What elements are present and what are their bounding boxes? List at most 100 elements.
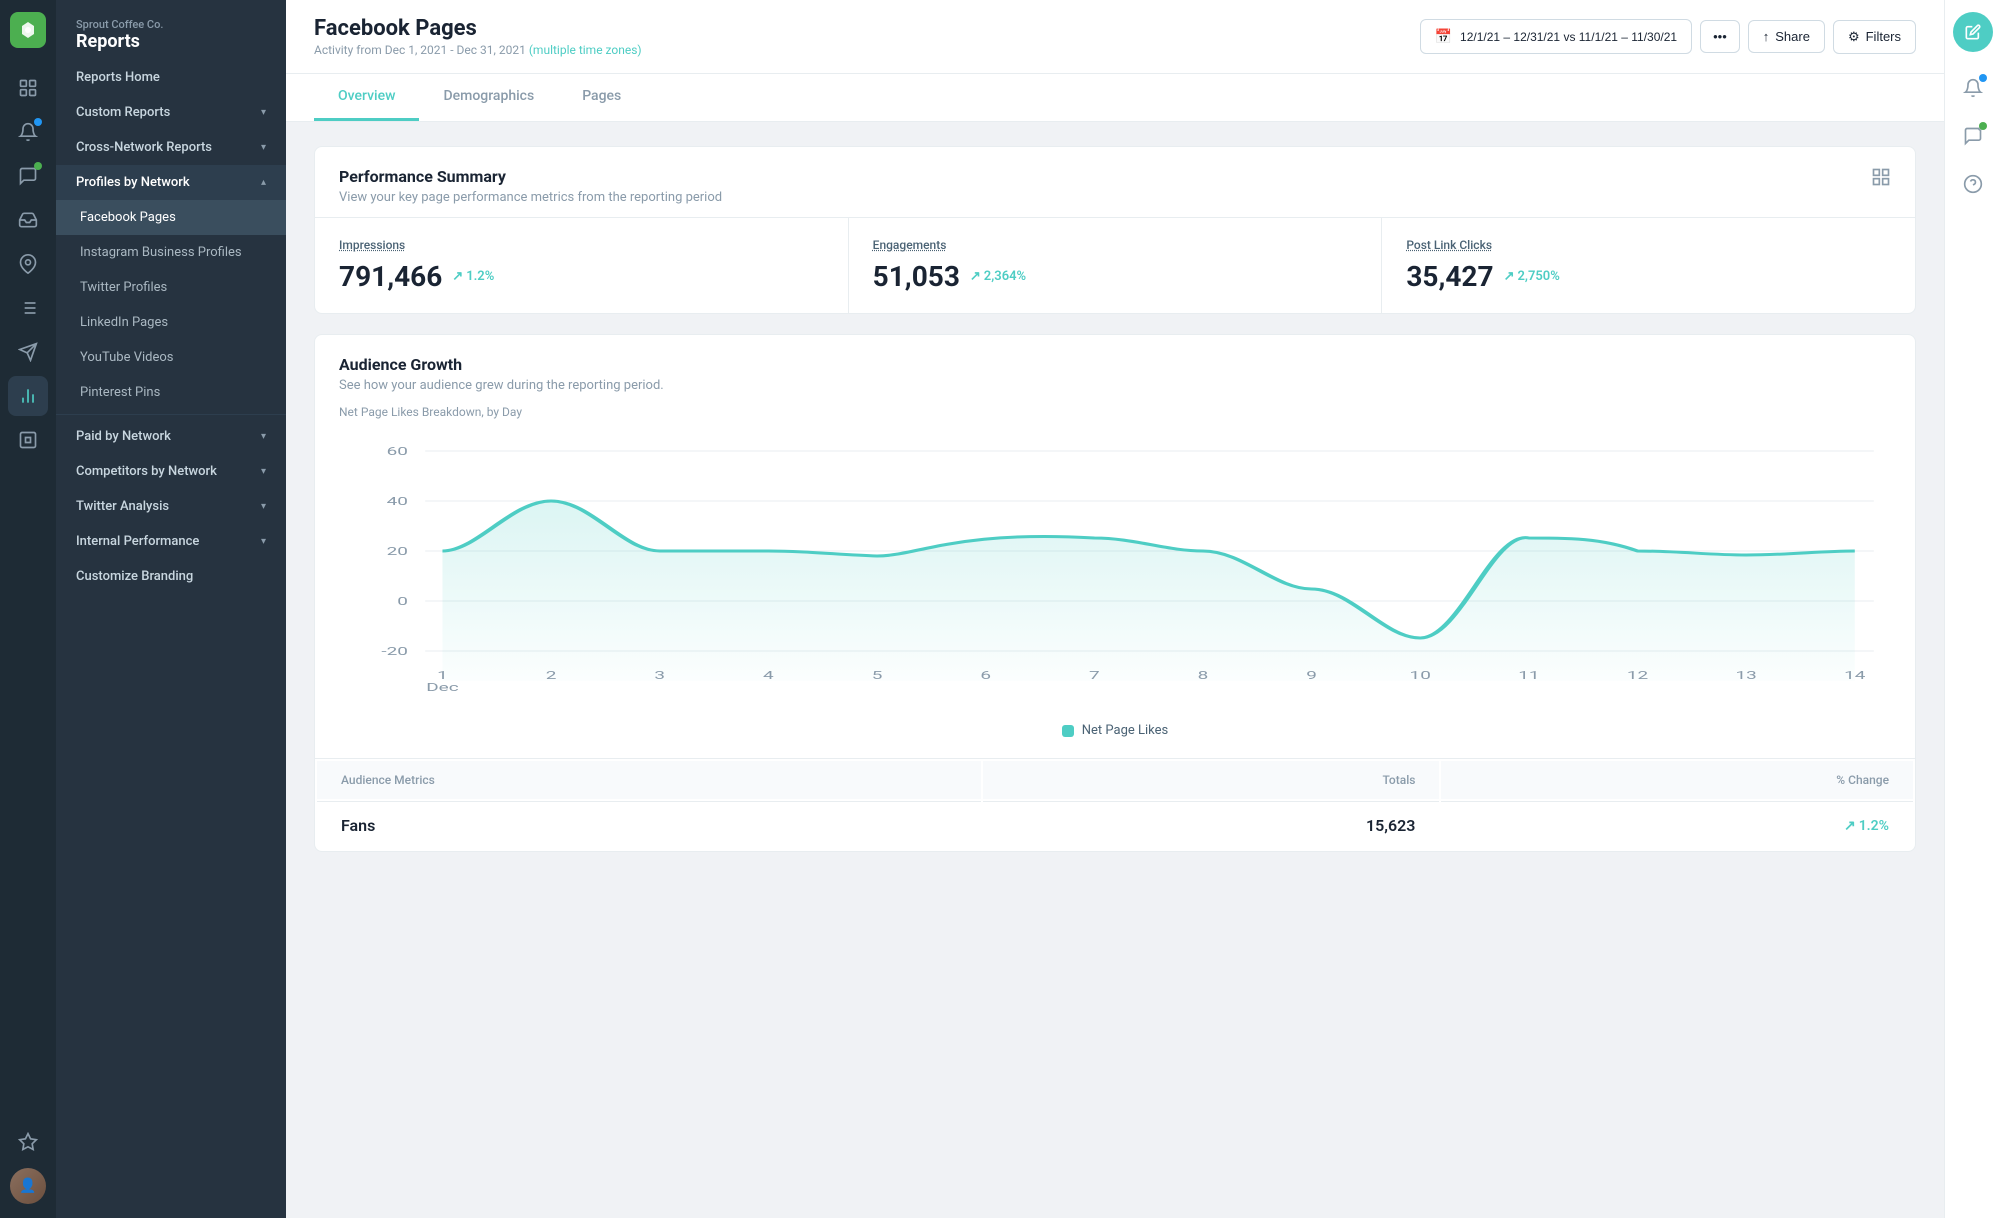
svg-text:9: 9 xyxy=(1306,669,1317,682)
nav-customize-branding[interactable]: Customize Branding xyxy=(56,559,286,594)
subtitle-text: Activity from Dec 1, 2021 - Dec 31, 2021 xyxy=(314,43,529,57)
svg-text:20: 20 xyxy=(387,545,408,558)
arrow-up-icon: ↗ xyxy=(970,269,981,284)
engagements-label: Engagements xyxy=(873,238,1358,252)
edit-button[interactable] xyxy=(1953,12,1993,52)
chevron-icon: ▾ xyxy=(261,501,266,512)
fans-label: Fans xyxy=(317,801,981,849)
grid-view-icon[interactable] xyxy=(1871,167,1891,192)
favorites-icon[interactable] xyxy=(8,1122,48,1162)
chevron-icon: ▾ xyxy=(261,536,266,547)
publish-icon[interactable] xyxy=(8,332,48,372)
timezone-link[interactable]: (multiple time zones) xyxy=(529,43,642,57)
help-right-icon[interactable] xyxy=(1953,164,1993,204)
nav-facebook-pages[interactable]: Facebook Pages xyxy=(56,200,286,235)
main-content: Facebook Pages Activity from Dec 1, 2021… xyxy=(286,0,1944,1218)
nav-pinterest-pins[interactable]: Pinterest Pins xyxy=(56,375,286,410)
more-button[interactable]: ••• xyxy=(1700,20,1740,53)
inbox-icon[interactable] xyxy=(8,200,48,240)
logo-icon xyxy=(10,12,46,48)
svg-text:4: 4 xyxy=(763,669,774,682)
performance-header-text: Performance Summary View your key page p… xyxy=(339,167,722,205)
nav-internal-performance[interactable]: Internal Performance ▾ xyxy=(56,524,286,559)
impressions-value: 791,466 ↗ 1.2% xyxy=(339,260,824,293)
legend-label: Net Page Likes xyxy=(1082,723,1169,738)
nav-youtube-videos[interactable]: YouTube Videos xyxy=(56,340,286,375)
audience-growth-header: Audience Growth See how your audience gr… xyxy=(315,335,1915,405)
svg-text:2: 2 xyxy=(546,669,557,682)
page-title: Facebook Pages xyxy=(314,16,642,41)
audience-header-text: Audience Growth See how your audience gr… xyxy=(339,355,664,393)
svg-text:60: 60 xyxy=(387,445,408,458)
svg-text:13: 13 xyxy=(1735,669,1756,682)
date-range-button[interactable]: 📅 12/1/21 – 12/31/21 vs 11/1/21 – 11/30/… xyxy=(1420,19,1693,54)
messages-icon[interactable] xyxy=(8,156,48,196)
nav-paid-by-network[interactable]: Paid by Network ▾ xyxy=(56,419,286,454)
svg-text:3: 3 xyxy=(654,669,665,682)
svg-text:14: 14 xyxy=(1844,669,1866,682)
filter-icon: ⚙ xyxy=(1848,29,1860,45)
audience-growth-card: Audience Growth See how your audience gr… xyxy=(314,334,1916,852)
chart-legend: Net Page Likes xyxy=(339,723,1891,738)
tasks-icon[interactable] xyxy=(8,288,48,328)
svg-text:6: 6 xyxy=(980,669,991,682)
tab-demographics[interactable]: Demographics xyxy=(419,74,558,121)
nav-twitter-analysis[interactable]: Twitter Analysis ▾ xyxy=(56,489,286,524)
audience-title: Audience Growth xyxy=(339,355,664,374)
table-row: Fans 15,623 ↗ 1.2% xyxy=(317,801,1913,849)
performance-header: Performance Summary View your key page p… xyxy=(315,147,1915,217)
compose-icon[interactable] xyxy=(8,68,48,108)
metrics-row: Impressions 791,466 ↗ 1.2% Engagements 5… xyxy=(315,217,1915,313)
audience-subtitle: See how your audience grew during the re… xyxy=(339,378,664,393)
svg-text:0: 0 xyxy=(397,595,408,608)
arrow-up-icon: ↗ xyxy=(1844,818,1856,834)
chevron-icon: ▾ xyxy=(261,466,266,477)
change-col-header: % Change xyxy=(1441,761,1913,799)
tab-bar: Overview Demographics Pages xyxy=(286,74,1944,122)
avatar-icon[interactable]: 👤 xyxy=(8,1166,48,1206)
arrow-up-icon: ↗ xyxy=(1504,269,1515,284)
arrow-up-icon: ↗ xyxy=(452,269,463,284)
svg-text:-20: -20 xyxy=(381,645,408,658)
engagements-value: 51,053 ↗ 2,364% xyxy=(873,260,1358,293)
nav-profiles-by-network[interactable]: Profiles by Network ▴ xyxy=(56,165,286,200)
calendar-icon: 📅 xyxy=(1435,28,1452,45)
impressions-label: Impressions xyxy=(339,238,824,252)
post-link-clicks-value: 35,427 ↗ 2,750% xyxy=(1406,260,1891,293)
automation-icon[interactable] xyxy=(8,420,48,460)
company-name: Sprout Coffee Co. xyxy=(76,18,266,31)
svg-text:10: 10 xyxy=(1410,669,1431,682)
tab-pages[interactable]: Pages xyxy=(558,74,645,121)
header-left: Facebook Pages Activity from Dec 1, 2021… xyxy=(314,16,642,57)
analytics-icon[interactable] xyxy=(8,376,48,416)
pin-icon[interactable] xyxy=(8,244,48,284)
notification-icon[interactable] xyxy=(8,112,48,152)
nav-reports-home[interactable]: Reports Home xyxy=(56,60,286,95)
nav-twitter-profiles[interactable]: Twitter Profiles xyxy=(56,270,286,305)
post-link-clicks-metric: Post Link Clicks 35,427 ↗ 2,750% xyxy=(1382,218,1915,313)
right-sidebar xyxy=(1944,0,2000,1218)
nav-instagram-profiles[interactable]: Instagram Business Profiles xyxy=(56,235,286,270)
nav-cross-network[interactable]: Cross-Network Reports ▾ xyxy=(56,130,286,165)
performance-summary-card: Performance Summary View your key page p… xyxy=(314,146,1916,314)
nav-linkedin-pages[interactable]: LinkedIn Pages xyxy=(56,305,286,340)
brand-header: Sprout Coffee Co. Reports xyxy=(56,0,286,56)
engagements-change: ↗ 2,364% xyxy=(970,269,1026,284)
svg-text:40: 40 xyxy=(387,495,408,508)
fans-total: 15,623 xyxy=(983,801,1439,849)
left-nav: Sprout Coffee Co. Reports Reports Home C… xyxy=(56,0,286,1218)
chevron-icon: ▴ xyxy=(261,177,266,188)
tab-overview[interactable]: Overview xyxy=(314,74,419,121)
share-button[interactable]: ↑ Share xyxy=(1748,20,1825,53)
main-nav: Reports Home Custom Reports ▾ Cross-Netw… xyxy=(56,60,286,594)
page-header: Facebook Pages Activity from Dec 1, 2021… xyxy=(286,0,1944,74)
chevron-icon: ▾ xyxy=(261,107,266,118)
chat-right-icon[interactable] xyxy=(1953,116,1993,156)
header-controls: 📅 12/1/21 – 12/31/21 vs 11/1/21 – 11/30/… xyxy=(1420,19,1916,54)
audience-metrics-table: Audience Metrics Totals % Change Fans 15… xyxy=(315,758,1915,851)
filters-button[interactable]: ⚙ Filters xyxy=(1833,20,1916,54)
nav-custom-reports[interactable]: Custom Reports ▾ xyxy=(56,95,286,130)
notification-right-icon[interactable] xyxy=(1953,68,1993,108)
nav-competitors[interactable]: Competitors by Network ▾ xyxy=(56,454,286,489)
chevron-icon: ▾ xyxy=(261,431,266,442)
